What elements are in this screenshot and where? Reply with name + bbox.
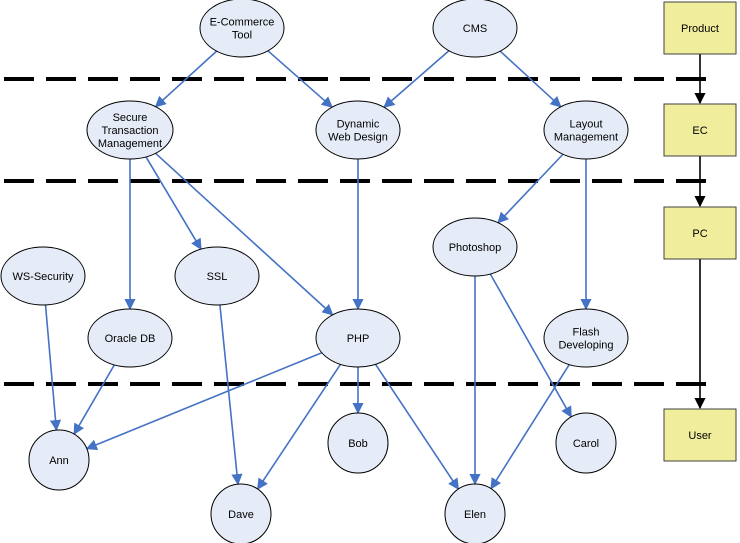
node-stm[interactable]: SecureTransactionManagement [86, 100, 174, 160]
node-ann[interactable]: Ann [28, 429, 90, 491]
node-photoshop[interactable]: Photoshop [432, 217, 518, 277]
node-label: Management [554, 132, 618, 144]
level-label: EC [692, 125, 707, 137]
node-elen[interactable]: Elen [444, 483, 506, 543]
node-label: Oracle DB [105, 333, 156, 345]
level-label: PC [692, 228, 707, 240]
node-label: Carol [573, 438, 599, 450]
node-label: Dave [228, 509, 254, 521]
level-box-pc[interactable]: PC [663, 206, 737, 260]
node-label: Ann [49, 455, 69, 467]
node-label: Secure [113, 112, 148, 124]
node-oracle[interactable]: Oracle DB [87, 308, 173, 368]
node-label: Flash [573, 327, 600, 339]
node-label: Web Design [328, 132, 388, 144]
edge-ssl-to-dave [219, 304, 243, 486]
edge-layout-to-photoshop [497, 153, 564, 224]
level-box-product[interactable]: Product [663, 1, 737, 55]
node-label: WS-Security [12, 271, 74, 283]
node-php[interactable]: PHP [315, 308, 401, 368]
node-dwd[interactable]: DynamicWeb Design [315, 100, 401, 160]
node-carol[interactable]: Carol [555, 412, 617, 474]
edge-php-to-ann [85, 352, 323, 451]
edge-ecommerce-to-stm [154, 50, 218, 108]
node-label: Photoshop [449, 242, 502, 254]
node-label: Transaction [101, 125, 158, 137]
node-dave[interactable]: Dave [210, 483, 272, 543]
node-label: E-Commerce [210, 17, 275, 29]
node-label: Management [98, 138, 162, 150]
node-ecommerce[interactable]: E-CommerceTool [199, 0, 285, 58]
node-layout[interactable]: LayoutManagement [543, 100, 629, 160]
hierarchy-diagram: E-CommerceToolCMSSecureTransactionManage… [0, 0, 737, 543]
node-wssec[interactable]: WS-Security [0, 246, 86, 306]
node-label: Developing [558, 340, 613, 352]
level-label: User [688, 430, 712, 442]
level-label: Product [681, 23, 719, 35]
node-label: SSL [207, 271, 228, 283]
edge-wssec-to-ann [44, 304, 62, 432]
level-box-ec[interactable]: EC [663, 103, 737, 157]
node-label: Bob [348, 438, 368, 450]
node-cms[interactable]: CMS [432, 0, 518, 58]
node-label: CMS [463, 23, 487, 35]
node-ssl[interactable]: SSL [174, 246, 260, 306]
node-label: Elen [464, 509, 486, 521]
node-label: Layout [569, 119, 602, 131]
node-bob[interactable]: Bob [327, 412, 389, 474]
node-label: Dynamic [337, 119, 380, 131]
node-label: PHP [347, 333, 370, 345]
node-ellipse [199, 0, 285, 58]
node-label: Tool [232, 30, 252, 42]
node-flash[interactable]: FlashDeveloping [543, 308, 629, 368]
edge-oracle-to-ann [73, 364, 116, 436]
level-box-user[interactable]: User [663, 408, 737, 462]
